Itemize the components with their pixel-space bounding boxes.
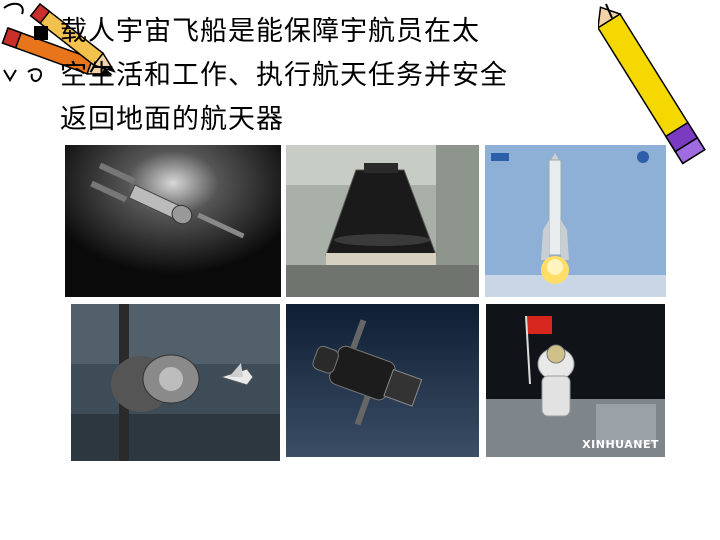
text-line-1: 载人宇宙飞船是能保障宇航员在太 [60, 16, 480, 47]
photo-spacewalk-flag: XINHUANET [486, 304, 665, 457]
photo-spacecraft-dark [286, 304, 479, 457]
photo-station-and-shuttle [71, 304, 280, 461]
bullet-marker [34, 26, 48, 40]
photo-caption-watermark: XINHUANET [582, 438, 659, 451]
slide-paragraph: 载人宇宙飞船是能保障宇航员在太 空生活和工作、执行航天任务并安全 返回地面的航天… [60, 10, 600, 142]
photo-rocket-launch [485, 145, 666, 297]
photo-spacecraft-in-orbit [65, 145, 281, 297]
text-line-2: 空生活和工作、执行航天任务并安全 [60, 60, 508, 91]
text-line-3: 返回地面的航天器 [60, 104, 284, 135]
photo-capsule-hangar [286, 145, 479, 297]
